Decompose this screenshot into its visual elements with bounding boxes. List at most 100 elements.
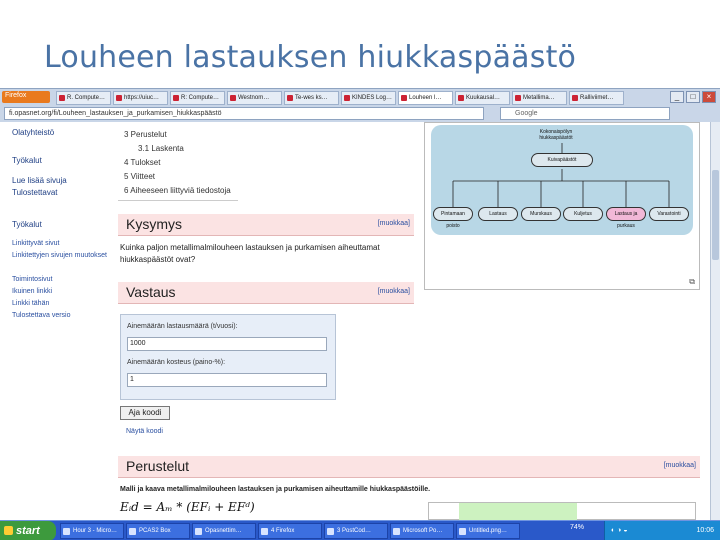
diagram-node: Kuljetus — [563, 207, 603, 221]
sidebar-item[interactable]: Tulostettava versio — [12, 312, 71, 319]
browser-tab[interactable]: KINDES Log… — [341, 91, 396, 105]
section-heading: Vastaus — [126, 284, 176, 300]
taskbar-item[interactable]: Microsoft Po… — [390, 523, 454, 539]
taskbar: start Hour 3 - Micro… PCAS2 Box Opasnett… — [0, 520, 720, 540]
toc-item[interactable]: 3.1 Laskenta — [124, 142, 231, 156]
firefox-menu-button[interactable]: Firefox — [2, 91, 50, 103]
vertical-scrollbar[interactable] — [710, 122, 720, 520]
start-button[interactable]: start — [0, 521, 56, 540]
app-icon — [195, 528, 202, 535]
minimize-icon[interactable]: _ — [670, 91, 684, 103]
favicon-icon — [173, 95, 179, 101]
input-form: Ainemäärän lastausmäärä (t/vuosi): 1000 … — [120, 314, 336, 400]
diagram-node: Kuivapäästöt — [531, 153, 593, 167]
section-heading: Kysymys — [126, 216, 182, 232]
app-icon — [459, 528, 466, 535]
sidebar-item[interactable]: Linkittyvät sivut — [12, 240, 59, 247]
enlarge-icon[interactable]: ⧉ — [689, 277, 695, 287]
diagram-node: Pintamaan poisto — [433, 207, 473, 229]
question-section-header: Kysymys [muokkaa] — [118, 214, 414, 236]
task-list: Hour 3 - Micro… PCAS2 Box Opasnettim… 4 … — [60, 523, 520, 539]
edit-link[interactable]: [muokkaa] — [378, 220, 410, 227]
diagram-top-label: Kokonaispölyn hiukkaspäästöt — [539, 129, 573, 141]
app-icon — [327, 528, 334, 535]
show-code-link[interactable]: Näytä koodi — [126, 428, 163, 435]
sidebar-heading: Työkalut — [12, 156, 42, 165]
browser-tab[interactable]: Metallima… — [512, 91, 567, 105]
sidebar-item[interactable]: Lue lisää sivuja — [12, 176, 67, 185]
windows-logo-icon — [4, 526, 13, 535]
window-controls: _ □ × — [670, 91, 716, 103]
favicon-icon — [59, 95, 65, 101]
browser-tab[interactable]: https://uiuc… — [113, 91, 168, 105]
toc-item[interactable]: 4 Tulokset — [124, 156, 231, 170]
app-icon — [129, 528, 136, 535]
emission-diagram: Kokonaispölyn hiukkaspäästöt Kuivapäästö… — [431, 125, 693, 235]
close-icon[interactable]: × — [702, 91, 716, 103]
question-text: Kuinka paljon metallimalmilouheen lastau… — [120, 243, 380, 264]
system-tray: ◐ ◑ ◒ 10:06 — [604, 521, 720, 540]
divider — [118, 200, 238, 201]
browser-tab[interactable]: R. Compute… — [56, 91, 111, 105]
taskbar-item[interactable]: 3 PostCod… — [324, 523, 388, 539]
toc-item[interactable]: 6 Aiheeseen liittyviä tiedostoja — [124, 184, 231, 198]
favicon-icon — [458, 95, 464, 101]
answer-section-header: Vastaus [muokkaa] — [118, 282, 414, 304]
sidebar-item[interactable]: Linkitettyjen sivujen muutokset — [12, 252, 108, 259]
field-label: Ainemäärän kosteus (paino-%): — [127, 359, 226, 366]
sidebar-item[interactable]: Ikuinen linkki — [12, 288, 52, 295]
taskbar-item[interactable]: Untitled.png… — [456, 523, 520, 539]
diagram-node-highlighted: Lastaus ja purkaus — [606, 207, 646, 229]
browser-tab-active[interactable]: Louheen l… — [398, 91, 453, 105]
search-input[interactable]: Google — [500, 107, 670, 120]
toc-item[interactable]: 5 Viitteet — [124, 170, 231, 184]
taskbar-item[interactable]: Hour 3 - Micro… — [60, 523, 124, 539]
sidebar-item[interactable]: Tulostettavat — [12, 188, 58, 197]
maximize-icon[interactable]: □ — [686, 91, 700, 103]
tab-strip: R. Compute… https://uiuc… R: Compute… We… — [56, 91, 624, 105]
table-of-contents: 3 Perustelut 3.1 Laskenta 4 Tulokset 5 V… — [124, 128, 231, 198]
browser-tab[interactable]: Te-wes ks… — [284, 91, 339, 105]
run-code-button[interactable]: Aja koodi — [120, 406, 170, 420]
moisture-input[interactable]: 1 — [127, 373, 327, 387]
clock: 10:06 — [696, 527, 714, 534]
browser-tab[interactable]: R: Compute… — [170, 91, 225, 105]
taskbar-item[interactable]: 4 Firefox — [258, 523, 322, 539]
favicon-icon — [116, 95, 122, 101]
diagram-node: Lastaus — [478, 207, 518, 221]
browser-tab[interactable]: Westnom… — [227, 91, 282, 105]
favicon-icon — [572, 95, 578, 101]
web-page: Olatyhteistö Työkalut Lue lisää sivuja T… — [0, 122, 710, 520]
browser-tab[interactable]: Ralliviimet… — [569, 91, 624, 105]
sidebar: Olatyhteistö Työkalut Lue lisää sivuja T… — [0, 122, 112, 520]
browser-chrome: Firefox R. Compute… https://uiuc… R: Com… — [0, 88, 720, 122]
sidebar-item[interactable]: Olatyhteistö — [12, 128, 54, 137]
url-bar[interactable]: fi.opasnet.org/fi/Louheen_lastauksen_ja_… — [4, 107, 484, 120]
edit-link[interactable]: [muokkaa] — [664, 462, 696, 469]
rationale-text: Malli ja kaava metallimalmilouheen lasta… — [120, 486, 431, 493]
sidebar-heading: Työkalut — [12, 220, 42, 229]
scrollbar-thumb[interactable] — [712, 170, 719, 260]
slide-title: Louheen lastauksen hiukkaspäästö — [44, 40, 577, 75]
edit-link[interactable]: [muokkaa] — [378, 288, 410, 295]
taskbar-item[interactable]: PCAS2 Box — [126, 523, 190, 539]
app-icon — [261, 528, 268, 535]
favicon-icon — [344, 95, 350, 101]
diagram-panel: Kokonaispölyn hiukkaspäästöt Kuivapäästö… — [424, 122, 700, 290]
taskbar-item[interactable]: Opasnettim… — [192, 523, 256, 539]
favicon-icon — [401, 95, 407, 101]
load-amount-input[interactable]: 1000 — [127, 337, 327, 351]
favicon-icon — [287, 95, 293, 101]
result-highlight — [459, 503, 577, 520]
app-icon — [63, 528, 70, 535]
tray-icons[interactable]: ◐ ◑ ◒ — [611, 527, 628, 534]
sidebar-item[interactable]: Linkki tähän — [12, 300, 49, 307]
favicon-icon — [230, 95, 236, 101]
diagram-node: Murskaus — [521, 207, 561, 221]
toc-item[interactable]: 3 Perustelut — [124, 128, 231, 142]
result-panel — [428, 502, 696, 520]
sidebar-item[interactable]: Toimintosivut — [12, 276, 52, 283]
zoom-level: 74% — [570, 524, 585, 531]
favicon-icon — [515, 95, 521, 101]
browser-tab[interactable]: Kuukausal… — [455, 91, 510, 105]
